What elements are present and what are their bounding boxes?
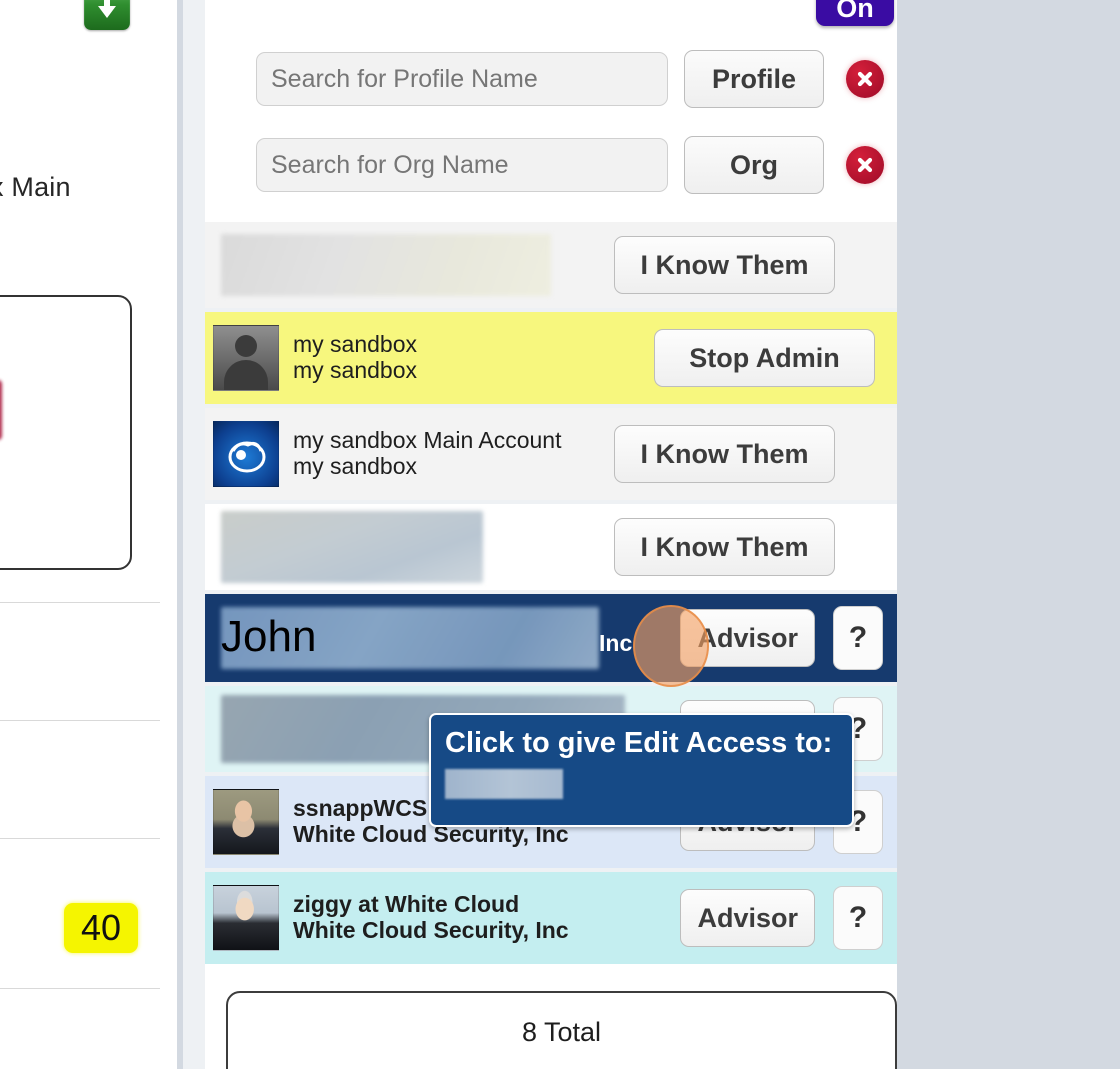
row-separator: [205, 964, 897, 972]
row-text-block: my sandbox my sandbox: [293, 332, 654, 384]
help-question-button[interactable]: ?: [833, 606, 883, 670]
toggle-on-button[interactable]: On: [816, 0, 894, 26]
profile-search-input[interactable]: [256, 52, 668, 106]
stop-admin-button[interactable]: Stop Admin: [654, 329, 875, 387]
left-divider: [0, 602, 160, 603]
clear-org-search-icon[interactable]: [846, 146, 884, 184]
contacts-list: I Know Them my sandbox my sandbox Stop A…: [205, 222, 897, 972]
table-row[interactable]: my sandbox my sandbox Stop Admin: [205, 312, 897, 404]
content-card: On Profile Org: [205, 0, 897, 1069]
left-divider: [0, 838, 160, 839]
tooltip-redacted-name: [445, 769, 563, 799]
advisor-button[interactable]: Advisor: [680, 609, 815, 667]
total-count-label: 8 Total: [521, 1017, 602, 1047]
table-row[interactable]: my sandbox Main Account my sandbox I Kno…: [205, 408, 897, 500]
org-search-input[interactable]: [256, 138, 668, 192]
left-divider: [0, 720, 160, 721]
org-search-button[interactable]: Org: [684, 136, 824, 194]
left-rounded-container: [0, 295, 132, 570]
table-row[interactable]: I Know Them: [205, 222, 897, 308]
row-org: my sandbox: [293, 357, 418, 383]
org-search-row: Org: [205, 134, 897, 196]
i-know-them-button[interactable]: I Know Them: [614, 236, 835, 294]
tooltip-title: Click to give Edit Access to:: [445, 727, 833, 759]
redacted-content: [221, 607, 599, 669]
row-org: Inc: [599, 630, 633, 656]
i-know-them-button[interactable]: I Know Them: [614, 518, 835, 576]
i-know-them-button[interactable]: I Know Them: [614, 425, 835, 483]
edit-access-tooltip: Click to give Edit Access to:: [429, 713, 854, 827]
left-panel-label: x Main: [0, 172, 71, 202]
advisor-button[interactable]: Advisor: [680, 889, 815, 947]
left-partial-panel: x Main 40: [0, 0, 160, 1069]
help-question-button[interactable]: ?: [833, 886, 883, 950]
vertical-scrollbar-track[interactable]: [160, 0, 336, 1069]
redacted-content: [221, 511, 483, 583]
row-name: my sandbox: [293, 332, 418, 358]
redacted-content: [221, 234, 551, 296]
left-red-marker: [0, 380, 2, 440]
cloud-logo-avatar: [213, 421, 279, 487]
photo-avatar: [213, 789, 279, 855]
download-arrow-icon[interactable]: [84, 0, 130, 30]
table-row[interactable]: I Know Them: [205, 504, 897, 590]
total-count-box: 8 Total: [226, 991, 897, 1069]
clear-profile-search-icon[interactable]: [846, 60, 884, 98]
person-silhouette-avatar: [213, 325, 279, 391]
profile-search-row: Profile: [205, 48, 897, 110]
table-row[interactable]: ziggy at White Cloud White Cloud Securit…: [205, 872, 897, 964]
count-badge-40: 40: [64, 903, 138, 953]
profile-search-button[interactable]: Profile: [684, 50, 824, 108]
left-divider: [0, 988, 160, 989]
table-row-selected[interactable]: John Inc Advisor ?: [205, 594, 897, 682]
app-screenshot: x Main 40 On Profile: [0, 0, 1120, 1069]
photo-avatar: [213, 885, 279, 951]
main-content-panel: On Profile Org: [183, 0, 897, 1069]
